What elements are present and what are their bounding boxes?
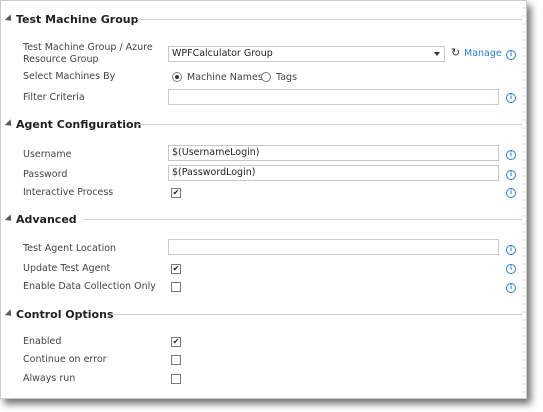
test-agent-location-label: Test Agent Location <box>23 243 117 254</box>
machine-group-label: Test Machine Group / Azure Resource Grou… <box>23 42 153 65</box>
section-divider <box>83 219 523 220</box>
section-divider <box>137 19 523 20</box>
info-icon[interactable]: i <box>506 188 516 198</box>
always-run-label: Always run <box>23 373 76 384</box>
radio-tags-label: Tags <box>276 72 298 83</box>
section-title: Control Options <box>16 307 114 321</box>
section-header-advanced[interactable]: Advanced <box>4 211 77 227</box>
section-divider <box>137 124 523 125</box>
section-title: Agent Configuration <box>16 117 142 131</box>
build-task-panel: Test Machine Group Test Machine Group / … <box>0 0 527 399</box>
manage-link[interactable]: Manage <box>464 48 502 60</box>
interactive-process-label: Interactive Process <box>23 187 114 198</box>
filter-criteria-input[interactable] <box>168 89 499 105</box>
info-icon[interactable]: i <box>506 264 516 274</box>
dropdown-arrow-icon[interactable] <box>434 52 440 56</box>
username-label: Username <box>23 149 72 160</box>
update-test-agent-checkbox[interactable]: ✔ <box>171 264 181 274</box>
radio-machine-names[interactable] <box>172 72 182 82</box>
test-agent-location-input[interactable] <box>168 239 499 255</box>
continue-on-error-label: Continue on error <box>23 354 107 365</box>
filter-criteria-label: Filter Criteria <box>23 92 85 103</box>
info-icon[interactable]: i <box>506 93 516 103</box>
section-divider <box>113 314 523 315</box>
enable-data-collection-checkbox[interactable] <box>171 282 181 292</box>
collapse-chevron-icon[interactable] <box>4 119 15 129</box>
password-input[interactable]: $(PasswordLogin) <box>168 165 499 181</box>
radio-tags[interactable] <box>261 72 271 82</box>
password-label: Password <box>23 169 68 180</box>
collapse-chevron-icon[interactable] <box>4 309 15 319</box>
section-title: Test Machine Group <box>16 12 139 26</box>
info-icon[interactable]: i <box>506 50 516 60</box>
collapse-chevron-icon[interactable] <box>4 214 15 224</box>
enable-data-collection-label: Enable Data Collection Only <box>23 281 156 292</box>
info-icon[interactable]: i <box>506 245 516 255</box>
refresh-icon[interactable]: ↻ <box>451 47 461 58</box>
info-icon[interactable]: i <box>506 283 516 293</box>
enabled-label: Enabled <box>23 336 62 347</box>
always-run-checkbox[interactable] <box>171 374 181 384</box>
section-header-control-options[interactable]: Control Options <box>4 306 114 322</box>
machine-group-select[interactable]: WPFCalculator Group <box>168 46 445 62</box>
enabled-checkbox[interactable]: ✔ <box>171 337 181 347</box>
machine-group-selected-value: WPFCalculator Group <box>172 48 273 59</box>
interactive-process-checkbox[interactable]: ✔ <box>171 188 181 198</box>
section-title: Advanced <box>16 212 77 226</box>
section-header-agent-configuration[interactable]: Agent Configuration <box>4 116 142 132</box>
update-test-agent-label: Update Test Agent <box>23 263 111 274</box>
collapse-chevron-icon[interactable] <box>4 14 15 24</box>
torn-edge <box>522 1 526 398</box>
info-icon[interactable]: i <box>506 170 516 180</box>
username-input[interactable]: $(UsernameLogin) <box>168 145 499 161</box>
continue-on-error-checkbox[interactable] <box>171 355 181 365</box>
radio-machine-names-label: Machine Names <box>187 72 263 83</box>
select-machines-by-label: Select Machines By <box>23 71 116 82</box>
section-header-test-machine-group[interactable]: Test Machine Group <box>4 11 139 27</box>
info-icon[interactable]: i <box>506 150 516 160</box>
